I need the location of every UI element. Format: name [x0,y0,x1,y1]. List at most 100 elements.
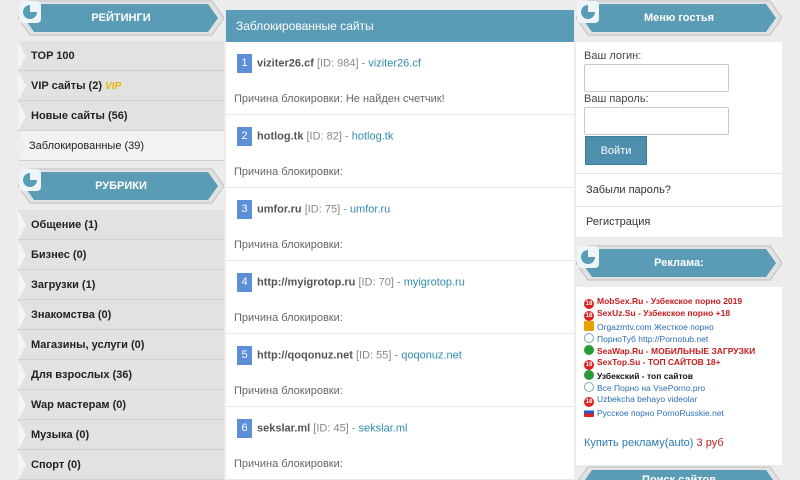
ads-list: 18 MobSex.Ru - Узбекское порно 2019 18 Sex… [576,287,782,465]
block-reason: Причина блокировки: [226,230,574,261]
rubrics-banner: РУБРИКИ [18,168,224,204]
site-row: 1 viziter26.cf [ID: 984] - viziter26.cf [226,42,574,84]
rubric-item-music[interactable]: Музыка (0) [18,420,224,450]
site-id: [ID: 55] - [355,349,399,362]
ad-link[interactable]: 18 MobSex.Ru - Узбекское порно 2019 [584,296,742,309]
divider [576,206,782,207]
site-number: 2 [237,127,252,146]
site-entry: 2 hotlog.tk [ID: 82] - hotlog.tk Причина … [226,115,574,188]
green-circle-icon [584,345,594,355]
site-link[interactable]: umfor.ru [350,204,390,216]
pie-chart-icon [577,246,599,268]
ad-link[interactable]: SeaWap.Ru - МОБИЛЬНЫЕ ЗАГРУЗКИ [584,345,755,356]
ratings-item-new[interactable]: Новые сайты (56) [18,101,224,131]
site-row: 2 hotlog.tk [ID: 82] - hotlog.tk [226,115,574,157]
ads-banner: Реклама: [576,245,782,281]
ad-link[interactable]: Узбекский - топ сайтов [584,370,693,381]
block-reason: Причина блокировки: [226,376,574,407]
ratings-item-vip[interactable]: VIP сайты (2) VIP [18,71,224,101]
adult-18-icon: 18 [584,397,594,407]
square-logo-icon [584,321,594,331]
login-button[interactable]: Войти [585,136,647,165]
forgot-password-link[interactable]: Забыли пароль? [586,184,671,196]
block-reason: Причина блокировки: [226,449,574,480]
login-input[interactable] [584,64,729,92]
register-link[interactable]: Регистрация [586,216,650,228]
site-link[interactable]: sekslar.ml [359,423,408,435]
ad-link[interactable]: 18 Uzbekcha behayo videolar [584,394,697,407]
buy-ad-link[interactable]: Купить рекламу(auto) 3 руб [584,437,724,449]
password-input[interactable] [584,107,729,135]
guest-menu-title: Меню гостья [643,12,715,24]
ad-link[interactable]: 18 SexUz.Su - Узбекское порно +18 [584,308,730,321]
site-link[interactable]: viziter26.cf [368,58,421,70]
rubric-item-downloads[interactable]: Загрузки (1) [18,270,224,300]
site-entry: 3 umfor.ru [ID: 75] - umfor.ru Причина бл… [226,188,574,261]
ads-title: Реклама: [654,257,704,269]
site-number: 6 [237,419,252,438]
rubric-item-wap-masters[interactable]: Wap мастерам (0) [18,390,224,420]
site-link[interactable]: myigrotop.ru [404,277,465,289]
green-circle-icon [584,370,594,380]
rubrics-list: Общение (1) Бизнес (0) Загрузки (1) Знак… [18,210,224,480]
login-label: Ваш логин: [584,50,642,62]
site-number: 5 [237,346,252,365]
site-name: http://qoqonuz.net [257,349,353,362]
site-id: [ID: 82] - [306,130,349,143]
rubric-item-chat[interactable]: Общение (1) [18,210,224,240]
block-reason: Причина блокировки: [226,157,574,188]
login-form: Ваш логин: Ваш пароль: Войти Забыли паро… [576,42,782,237]
rubric-item-dating[interactable]: Знакомства (0) [18,300,224,330]
site-id: [ID: 70] - [358,276,401,289]
globe-icon [584,333,594,343]
site-name: viziter26.cf [257,57,314,70]
rubric-item-adult[interactable]: Для взрослых (36) [18,360,224,390]
site-number: 3 [237,200,252,219]
ad-link[interactable]: Orgazmtv.com Жесткое порно [584,321,714,332]
page-title: Заблокированные сайты [226,10,574,42]
ratings-banner: РЕЙТИНГИ [18,0,224,36]
block-reason: Причина блокировки: Не найден счетчик! [226,84,574,115]
site-link[interactable]: hotlog.tk [352,131,394,143]
ratings-item-blocked[interactable]: Заблокированные (39) [18,131,224,161]
rubric-item-business[interactable]: Бизнес (0) [18,240,224,270]
site-entry: 5 http://qoqonuz.net [ID: 55] - qoqonuz.n… [226,334,574,407]
ad-link[interactable]: Русское порно PornoRusskie.net [584,407,724,418]
password-label: Ваш пароль: [584,93,649,105]
block-reason: Причина блокировки: [226,303,574,334]
site-entry: 4 http://myigrotop.ru [ID: 70] - myigroto… [226,261,574,334]
globe-icon [584,382,594,392]
site-name: http://myigrotop.ru [257,276,356,289]
site-row: 5 http://qoqonuz.net [ID: 55] - qoqonuz.n… [226,334,574,376]
rubric-item-sport[interactable]: Спорт (0) [18,450,224,480]
ratings-item-top100[interactable]: TOP 100 [18,41,224,71]
ad-link[interactable]: Все Порно на VsePorno.pro [584,382,705,393]
pie-chart-icon [577,1,599,23]
search-title: Поиск сайтов [642,474,716,480]
site-row: 4 http://myigrotop.ru [ID: 70] - myigroto… [226,261,574,303]
pie-chart-icon [19,169,41,191]
ad-link[interactable]: 18 SexTop.Su - ТОП САЙТОВ 18+ [584,357,721,370]
site-id: [ID: 984] - [316,57,366,70]
ratings-list: TOP 100 VIP сайты (2) VIP Новые сайты (56… [18,41,224,161]
site-name: sekslar.ml [257,422,311,435]
site-name: hotlog.tk [257,130,304,143]
vip-badge: VIP [105,81,122,92]
ad-link[interactable]: ПорноТуб http://Pornotub.net [584,333,708,344]
search-banner: Поиск сайтов [576,466,782,480]
site-link[interactable]: qoqonuz.net [401,350,462,362]
guest-menu-banner: Меню гостья [576,0,782,36]
rubrics-title: РУБРИКИ [95,180,147,192]
adult-18-icon: 18 [584,311,594,321]
divider [576,173,782,174]
site-id: [ID: 75] - [304,203,347,216]
blocked-sites-panel: Заблокированные сайты 1 viziter26.cf [ID:… [226,10,574,480]
rubric-item-shops[interactable]: Магазины, услуги (0) [18,330,224,360]
site-number: 1 [237,54,252,73]
site-id: [ID: 45] - [313,422,356,435]
ratings-title: РЕЙТИНГИ [91,12,151,24]
adult-18-icon: 18 [584,360,594,370]
buy-ad-price: 3 руб [696,437,724,449]
site-name: umfor.ru [257,203,302,216]
site-entry: 6 sekslar.ml [ID: 45] - sekslar.ml Причин… [226,407,574,480]
